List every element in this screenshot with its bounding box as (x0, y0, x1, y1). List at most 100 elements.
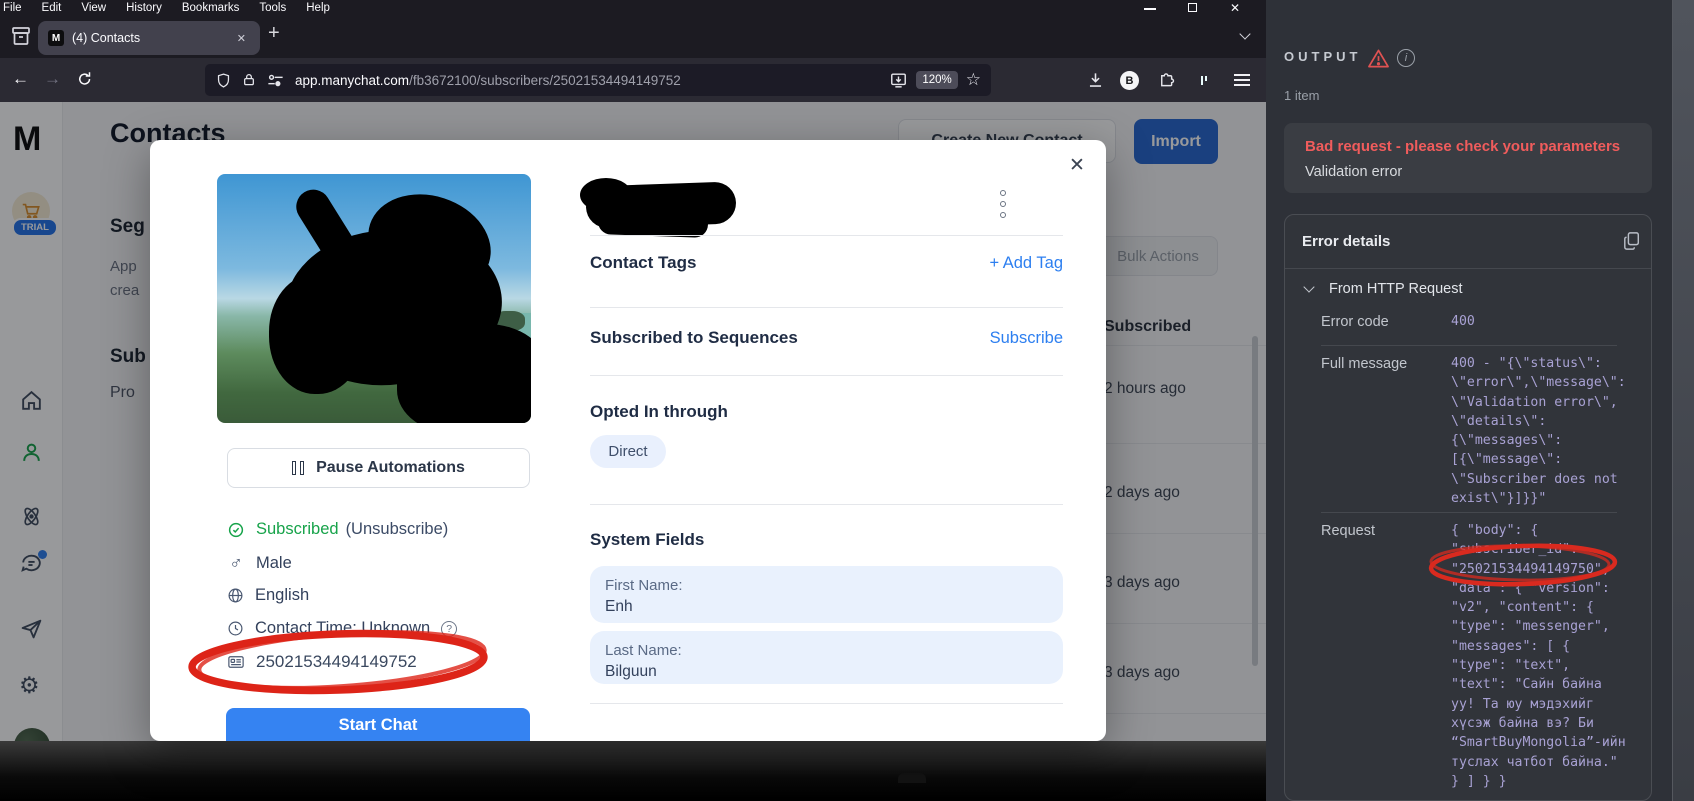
tracking-shield-icon[interactable] (215, 72, 232, 89)
list-tabs-chevron-icon[interactable] (1239, 28, 1251, 40)
opted-in-label: Opted In through (590, 402, 728, 421)
tab-title: (4) Contacts (72, 31, 141, 45)
browser-window: File Edit View History Bookmarks Tools H… (0, 0, 1266, 801)
gender-value: Male (256, 554, 292, 572)
request-label: Request (1321, 523, 1376, 539)
tab-close-icon[interactable]: ✕ (233, 30, 250, 47)
menu-help[interactable]: Help (296, 2, 340, 14)
permissions-icon[interactable] (266, 73, 285, 88)
archive-icon[interactable] (9, 24, 33, 48)
error-details-card: Error details From HTTP Request Error co… (1284, 214, 1652, 801)
menu-file[interactable]: File (0, 2, 32, 14)
error-summary-card: Bad request - please check your paramete… (1284, 123, 1652, 193)
reload-button[interactable] (76, 70, 94, 88)
last-name-field[interactable]: Last Name: Bilguun (590, 631, 1063, 684)
tab-contacts[interactable]: M (4) Contacts ✕ (38, 21, 260, 55)
bookmark-star-icon[interactable]: ☆ (966, 70, 981, 90)
error-details-header: Error details (1285, 215, 1651, 269)
bottom-taskbar-band (0, 741, 1266, 801)
window-minimize-button[interactable] (1144, 8, 1156, 10)
error-subtitle: Validation error (1305, 164, 1403, 180)
menu-history[interactable]: History (116, 2, 172, 14)
language-value: English (255, 586, 310, 604)
url-path: /fb3672100/subscribers/25021534494149752 (409, 72, 681, 88)
downloads-icon[interactable] (1086, 71, 1105, 90)
full-message-label: Full message (1321, 356, 1408, 372)
globe-icon (228, 588, 243, 603)
info-icon[interactable]: i (1397, 49, 1415, 67)
redaction-scribble (397, 324, 531, 423)
output-title: OUTPUT (1284, 49, 1362, 64)
window-maximize-button[interactable] (1188, 3, 1197, 12)
error-details-title: Error details (1302, 233, 1391, 250)
extensions-puzzle-icon[interactable] (1157, 71, 1176, 90)
extension-b-icon[interactable]: B (1120, 71, 1139, 90)
full-message-value: 400 - "{\"status\": \"error\",\"message\… (1451, 356, 1626, 507)
menu-view[interactable]: View (71, 2, 116, 14)
from-http-request-label: From HTTP Request (1329, 281, 1463, 297)
redaction-scribble (269, 274, 364, 394)
contact-tags-row: Contact Tags + Add Tag (590, 253, 1063, 273)
contact-photo (217, 174, 531, 423)
copy-icon[interactable] (1623, 231, 1641, 251)
error-title: Bad request - please check your paramete… (1305, 138, 1621, 155)
status-row-gender: ♂ Male (227, 553, 292, 574)
save-page-icon[interactable] (889, 71, 908, 90)
annotation-circle-id (188, 629, 488, 695)
menu-bookmarks[interactable]: Bookmarks (172, 2, 250, 14)
contact-detail-modal: Pause Automations Subscribed (Unsubscrib… (150, 140, 1106, 741)
first-name-value: Enh (605, 598, 633, 615)
output-panel: OUTPUT i 1 item Bad request - please che… (1266, 0, 1694, 801)
new-tab-button[interactable]: + (268, 22, 280, 45)
padlock-icon[interactable] (241, 72, 257, 88)
browser-menubar: File Edit View History Bookmarks Tools H… (0, 0, 1266, 16)
male-icon: ♂ (229, 553, 243, 573)
forward-button[interactable]: → (44, 69, 61, 89)
items-count: 1 item (1284, 88, 1320, 103)
annotation-circle-subscriber-id (1428, 543, 1618, 587)
redaction-name-scribble (597, 208, 709, 238)
warning-triangle-icon (1367, 48, 1390, 69)
status-row-subscription: Subscribed (Unsubscribe) (227, 520, 448, 539)
chevron-down-icon (1303, 281, 1315, 293)
subscribe-link[interactable]: Subscribe (990, 329, 1063, 348)
browser-navbar: ← → app.manychat.com/fb3672100/subscribe… (0, 58, 1266, 102)
error-code-value: 400 (1451, 314, 1475, 329)
modal-close-icon[interactable]: ✕ (1065, 150, 1089, 181)
last-name-label: Last Name: (605, 642, 682, 659)
contact-menu-kebab-icon[interactable] (1000, 190, 1006, 218)
sequences-label: Subscribed to Sequences (590, 328, 798, 347)
first-name-field[interactable]: First Name: Enh (590, 566, 1063, 623)
from-http-request-toggle[interactable]: From HTTP Request (1303, 281, 1463, 297)
redaction-scribble (289, 183, 363, 271)
manychat-favicon: M (48, 30, 64, 46)
window-close-button[interactable]: ✕ (1230, 1, 1240, 15)
check-circle-icon (228, 522, 244, 537)
menu-edit[interactable]: Edit (32, 2, 72, 14)
url-bar[interactable]: app.manychat.com/fb3672100/subscribers/2… (205, 64, 991, 96)
url-text[interactable]: app.manychat.com/fb3672100/subscribers/2… (295, 73, 681, 88)
app-menu-icon[interactable] (1234, 74, 1250, 86)
unsubscribe-link[interactable]: (Unsubscribe) (346, 520, 449, 539)
contact-tags-label: Contact Tags (590, 253, 697, 272)
url-domain: app.manychat.com (295, 72, 410, 88)
status-row-language: English (227, 586, 309, 605)
subscribed-status: Subscribed (256, 520, 339, 538)
last-name-value: Bilguun (605, 663, 657, 680)
start-chat-button[interactable]: Start Chat (226, 708, 530, 741)
error-code-label: Error code (1321, 314, 1389, 330)
add-tag-link[interactable]: + Add Tag (989, 254, 1063, 273)
first-name-label: First Name: (605, 577, 683, 594)
panel-edge-strip (1672, 0, 1694, 801)
pause-icon (292, 461, 305, 475)
tab-strip: M (4) Contacts ✕ + (0, 16, 1266, 58)
sequences-row: Subscribed to Sequences Subscribe (590, 328, 1063, 348)
system-fields-label: System Fields (590, 530, 705, 549)
taskbar-peek (898, 773, 926, 783)
pause-automations-label: Pause Automations (316, 459, 465, 476)
back-button[interactable]: ← (12, 69, 29, 89)
opted-in-chip: Direct (590, 435, 666, 468)
pause-automations-button[interactable]: Pause Automations (227, 448, 530, 488)
zoom-level-badge[interactable]: 120% (916, 71, 958, 89)
menu-tools[interactable]: Tools (249, 2, 296, 14)
